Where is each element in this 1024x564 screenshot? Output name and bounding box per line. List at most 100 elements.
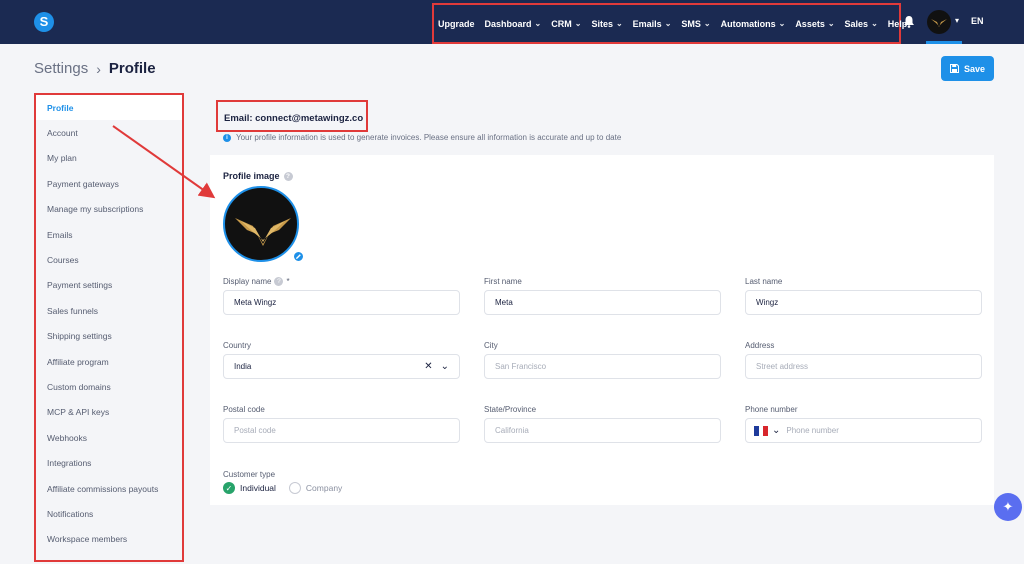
nav-item-crm[interactable]: CRM ⌄ <box>551 19 581 29</box>
display-name-label-text: Display name <box>223 277 272 286</box>
last-name-field[interactable]: Wingz <box>745 290 982 315</box>
active-indicator <box>926 41 962 44</box>
profile-image[interactable] <box>223 186 299 262</box>
sidebar-item-affiliate-commissions-payouts[interactable]: Affiliate commissions payouts <box>36 476 182 501</box>
help-icon[interactable]: ? <box>274 277 284 286</box>
chevron-down-icon: ⌄ <box>615 19 623 28</box>
display-name-field[interactable]: Meta Wingz <box>223 290 460 315</box>
sidebar-item-profile[interactable]: Profile <box>36 95 182 121</box>
country-select[interactable]: India ✕ ⌄ <box>223 354 460 379</box>
nav-item-assets[interactable]: Assets ⌄ <box>795 19 834 29</box>
language-selector[interactable]: EN <box>971 16 984 26</box>
page-title: Profile <box>108 60 156 77</box>
sidebar-item-shipping-settings[interactable]: Shipping settings <box>36 324 182 349</box>
chevron-down-icon[interactable]: ⌄ <box>772 425 780 436</box>
country-value: India <box>234 362 252 371</box>
sidebar-item-affiliate-program[interactable]: Affiliate program <box>36 349 182 374</box>
sidebar-item-integrations[interactable]: Integrations <box>36 450 182 475</box>
breadcrumb-settings[interactable]: Settings <box>34 60 88 77</box>
nav-item-label: Automations <box>720 18 776 29</box>
sidebar-item-workspace-members[interactable]: Workspace members <box>36 527 182 552</box>
radio-individual[interactable]: ✓ <box>223 482 235 494</box>
sidebar-item-emails[interactable]: Emails <box>36 222 182 247</box>
city-placeholder: San Francisco <box>495 362 547 371</box>
phone-placeholder: Phone number <box>786 426 839 435</box>
option-individual-label[interactable]: Individual <box>240 483 276 493</box>
chevron-down-icon: ⌄ <box>827 19 835 28</box>
chevron-right-icon: › <box>96 60 101 77</box>
radio-company[interactable] <box>288 482 301 494</box>
breadcrumb: Settings › Profile <box>34 60 156 77</box>
help-icon[interactable]: ? <box>283 171 293 181</box>
sidebar-item-notifications[interactable]: Notifications <box>36 501 182 526</box>
postal-code-placeholder: Postal code <box>234 426 276 435</box>
city-field[interactable]: San Francisco <box>484 354 721 379</box>
ai-assistant-button[interactable]: ✦ <box>994 493 1022 521</box>
nav-item-automations[interactable]: Automations ⌄ <box>721 19 786 29</box>
state-field[interactable]: California <box>484 418 721 443</box>
phone-field[interactable]: ⌄ Phone number <box>745 418 982 443</box>
sidebar-item-manage-my-subscriptions[interactable]: Manage my subscriptions <box>36 197 182 222</box>
chevron-down-icon: ⌄ <box>534 19 542 28</box>
app-logo[interactable]: S <box>34 12 54 32</box>
nav-item-label: SMS <box>681 18 701 29</box>
last-name-label: Last name <box>745 277 783 286</box>
option-company-label[interactable]: Company <box>306 483 342 493</box>
first-name-field[interactable]: Meta <box>484 290 721 315</box>
chevron-down-icon[interactable]: ▾ <box>955 16 959 25</box>
nav-item-sites[interactable]: Sites ⌄ <box>591 19 622 29</box>
chevron-down-icon: ⌄ <box>778 19 786 28</box>
nav-item-label: CRM <box>551 18 572 29</box>
save-label: Save <box>963 63 986 74</box>
nav-item-emails[interactable]: Emails ⌄ <box>633 19 672 29</box>
postal-code-label: Postal code <box>223 405 265 414</box>
nav-item-sales[interactable]: Sales ⌄ <box>845 19 878 29</box>
chevron-down-icon[interactable]: ⌄ <box>441 361 449 372</box>
first-name-value: Meta <box>495 298 513 307</box>
sidebar-item-account[interactable]: Account <box>36 120 182 145</box>
sidebar-item-sales-funnels[interactable]: Sales funnels <box>36 298 182 323</box>
address-field[interactable]: Street address <box>745 354 982 379</box>
main-nav: Upgrade Dashboard ⌄ CRM ⌄ Sites ⌄ Emails ⌄ SMS ⌄ Au… <box>432 3 907 44</box>
chevron-down-icon: ⌄ <box>574 19 582 28</box>
customer-type-options: ✓ Individual Company <box>223 482 342 494</box>
nav-item-label: Emails <box>632 18 662 29</box>
top-navigation-bar: S Upgrade Dashboard ⌄ CRM ⌄ Sites ⌄ Emails ⌄ SMS ⌄… <box>0 0 1024 44</box>
sidebar-item-payment-settings[interactable]: Payment settings <box>36 273 182 298</box>
bell-icon[interactable] <box>903 15 915 28</box>
info-text: Your profile information is used to gene… <box>236 133 622 142</box>
nav-item-dashboard[interactable]: Dashboard ⌄ <box>485 19 542 29</box>
profile-image-label: Profile image ? <box>223 171 293 181</box>
display-name-value: Meta Wingz <box>234 298 277 307</box>
account-avatar[interactable] <box>927 10 951 34</box>
nav-item-label: Dashboard <box>484 18 532 29</box>
chevron-down-icon: ⌄ <box>703 19 711 28</box>
save-button[interactable]: Save <box>941 56 994 81</box>
chevron-down-icon: ⌄ <box>871 19 878 28</box>
last-name-value: Wingz <box>756 298 779 307</box>
clear-icon[interactable]: ✕ <box>424 361 432 372</box>
info-icon: i <box>223 133 231 142</box>
nav-item-label: Sales <box>844 18 869 29</box>
sidebar-item-webhooks[interactable]: Webhooks <box>36 425 182 450</box>
account-email: Email: connect@metawingz.co <box>216 100 368 132</box>
sidebar-item-custom-domains[interactable]: Custom domains <box>36 374 182 399</box>
nav-item-sms[interactable]: SMS ⌄ <box>681 19 710 29</box>
chevron-down-icon: ⌄ <box>664 19 672 28</box>
profile-info-note: i Your profile information is used to ge… <box>223 133 621 142</box>
display-name-label: Display name ? * <box>223 277 290 286</box>
save-icon <box>949 64 959 73</box>
postal-code-field[interactable]: Postal code <box>223 418 460 443</box>
sidebar-item-mcp-api-keys[interactable]: MCP & API keys <box>36 400 182 425</box>
france-flag-icon[interactable] <box>754 425 769 436</box>
phone-label: Phone number <box>745 405 798 414</box>
sidebar-item-payment-gateways[interactable]: Payment gateways <box>36 171 182 196</box>
address-placeholder: Street address <box>756 362 809 371</box>
sidebar-item-courses[interactable]: Courses <box>36 247 182 272</box>
nav-item-label: Assets <box>795 18 825 29</box>
nav-item-upgrade[interactable]: Upgrade <box>438 19 475 29</box>
edit-image-button[interactable] <box>292 250 305 263</box>
country-label: Country <box>223 341 252 350</box>
nav-item-label: Sites <box>591 18 613 29</box>
sidebar-item-my-plan[interactable]: My plan <box>36 146 182 171</box>
